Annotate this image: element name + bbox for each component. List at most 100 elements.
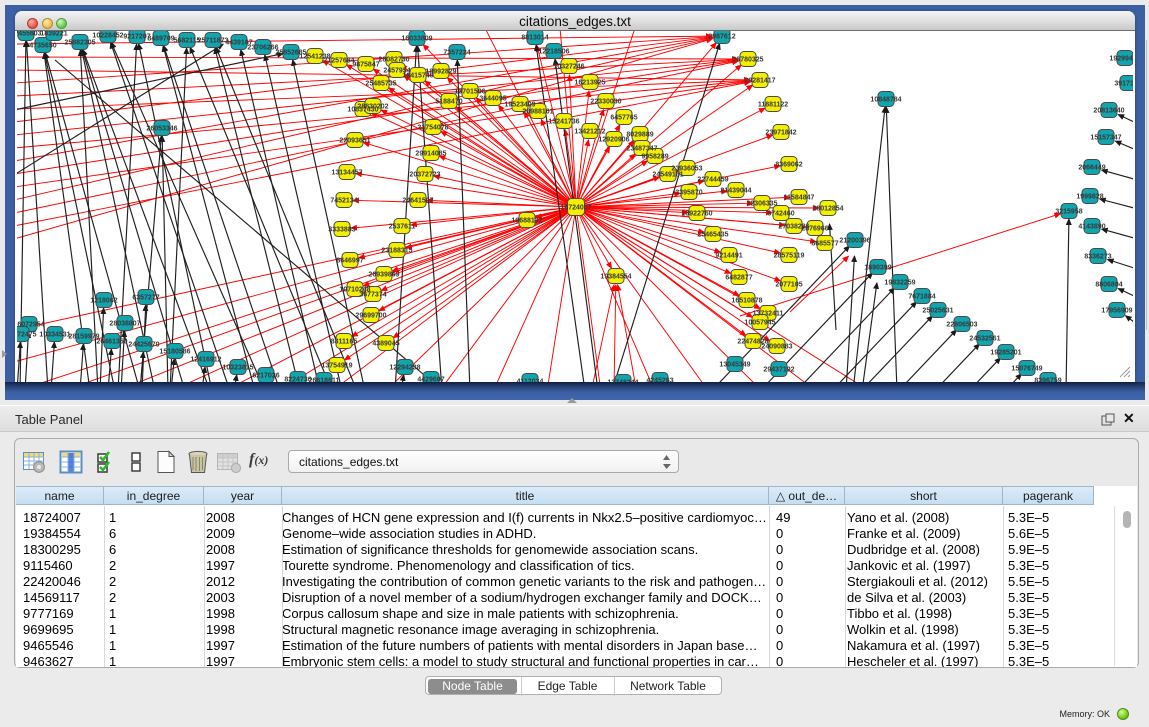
svg-text:16213925: 16213925: [574, 80, 605, 87]
svg-text:3677374: 3677374: [359, 292, 386, 299]
svg-text:28082730: 28082730: [378, 57, 409, 64]
svg-text:12920906: 12920906: [598, 137, 629, 144]
svg-text:20813640: 20813640: [1093, 108, 1124, 115]
svg-text:13701506: 13701506: [454, 89, 485, 96]
svg-text:25882305: 25882305: [64, 40, 95, 47]
svg-text:8489709: 8489709: [147, 36, 174, 43]
svg-text:16510878: 16510878: [731, 298, 762, 305]
svg-text:22455603: 22455603: [17, 31, 42, 38]
svg-text:8369062: 8369062: [775, 162, 802, 169]
svg-text:28012854: 28012854: [812, 206, 843, 213]
svg-text:10228452: 10228452: [92, 33, 123, 40]
svg-text:3395870: 3395870: [675, 190, 702, 197]
svg-text:25025631: 25025631: [922, 308, 953, 315]
svg-text:6357277: 6357277: [132, 295, 159, 302]
svg-text:7452134: 7452134: [330, 198, 357, 205]
svg-text:2537611: 2537611: [389, 224, 416, 231]
svg-text:20772475: 20772475: [17, 332, 37, 339]
svg-text:28988101: 28988101: [522, 109, 553, 116]
svg-text:6217026: 6217026: [252, 373, 279, 380]
svg-text:13754919: 13754919: [321, 363, 352, 370]
svg-text:8224730: 8224730: [284, 377, 311, 383]
svg-text:5682115: 5682115: [174, 38, 201, 45]
svg-text:21200396: 21200396: [839, 238, 870, 245]
svg-text:23706266: 23706266: [247, 45, 278, 52]
svg-text:13748244: 13748244: [607, 380, 638, 383]
svg-text:10057945: 10057945: [744, 320, 775, 327]
svg-text:25711873: 25711873: [198, 38, 229, 45]
svg-text:22806503: 22806503: [946, 322, 977, 329]
svg-text:22306335: 22306335: [746, 201, 777, 208]
svg-text:19523409: 19523409: [504, 102, 535, 109]
svg-text:29281417: 29281417: [744, 78, 775, 85]
svg-text:13134457: 13134457: [331, 170, 362, 177]
svg-text:2987612: 2987612: [708, 34, 735, 41]
svg-text:8813014: 8813014: [521, 35, 548, 42]
svg-text:15157347: 15157347: [1090, 135, 1121, 142]
svg-text:22330030: 22330030: [590, 99, 621, 106]
svg-text:13045349: 13045349: [719, 362, 750, 369]
svg-text:16033809: 16033809: [401, 36, 432, 43]
svg-text:8685577: 8685577: [811, 241, 838, 248]
svg-text:3917183: 3917183: [1114, 81, 1133, 88]
svg-text:7671884: 7671884: [908, 294, 935, 301]
svg-text:19299464: 19299464: [1109, 56, 1133, 63]
svg-text:10327246: 10327246: [553, 64, 584, 71]
svg-text:11881122: 11881122: [758, 102, 788, 109]
svg-text:19285201: 19285201: [990, 350, 1021, 357]
svg-text:3333883: 3333883: [328, 227, 355, 234]
svg-text:13241736: 13241736: [548, 119, 579, 126]
svg-text:23936053: 23936053: [671, 166, 702, 173]
svg-text:24425670: 24425670: [128, 342, 159, 349]
svg-text:19832259: 19832259: [884, 280, 915, 287]
svg-text:26780325: 26780325: [732, 57, 763, 64]
svg-text:1999828: 1999828: [1076, 194, 1103, 201]
svg-text:2077105: 2077105: [775, 282, 802, 289]
svg-text:4112034: 4112034: [517, 379, 544, 383]
svg-text:29914085: 29914085: [415, 151, 446, 158]
svg-text:4143890: 4143890: [1078, 224, 1105, 231]
svg-text:24549181: 24549181: [652, 172, 683, 179]
svg-text:22093651: 22093651: [339, 138, 370, 145]
svg-text:9214491: 9214491: [715, 253, 742, 260]
svg-text:9875847: 9875847: [352, 62, 379, 69]
svg-text:26618611: 26618611: [309, 378, 340, 383]
svg-text:28159979: 28159979: [68, 334, 99, 341]
svg-text:20372723: 20372723: [409, 172, 440, 179]
svg-text:8029889: 8029889: [626, 132, 653, 139]
svg-text:4735650: 4735650: [29, 43, 56, 50]
svg-text:10323815: 10323815: [222, 365, 253, 372]
svg-text:19688132: 19688132: [511, 218, 542, 225]
svg-text:8806804: 8806804: [1095, 282, 1122, 289]
svg-text:1218062: 1218062: [90, 298, 117, 305]
svg-text:15076749: 15076749: [1011, 366, 1042, 373]
svg-text:11584847: 11584847: [784, 195, 815, 202]
svg-text:24090883: 24090883: [761, 344, 792, 351]
svg-text:4429607: 4429607: [417, 377, 444, 383]
svg-text:1839221: 1839221: [40, 31, 67, 38]
svg-text:8396759: 8396759: [1034, 378, 1061, 383]
svg-text:25485735: 25485735: [365, 81, 396, 88]
svg-text:12294238: 12294238: [389, 365, 420, 372]
svg-text:17956909: 17956909: [1101, 308, 1132, 315]
svg-text:28038807: 28038807: [109, 321, 140, 328]
svg-text:8336273: 8336273: [1084, 254, 1111, 261]
svg-text:28575119: 28575119: [774, 253, 805, 260]
svg-text:10334531: 10334531: [39, 332, 70, 339]
svg-text:21257684: 21257684: [323, 58, 354, 65]
svg-text:2066449: 2066449: [1078, 165, 1105, 172]
svg-text:6482877: 6482877: [725, 275, 752, 282]
svg-text:18922760: 18922760: [681, 211, 712, 218]
svg-text:23971842: 23971842: [765, 130, 796, 137]
svg-text:21439044: 21439044: [720, 188, 751, 195]
svg-text:13421212: 13421212: [574, 129, 605, 136]
svg-text:26053346: 26053346: [146, 126, 177, 133]
svg-text:7357224: 7357224: [443, 50, 470, 57]
svg-text:9958289: 9958289: [641, 154, 668, 161]
svg-text:8646997: 8646997: [336, 258, 363, 265]
svg-text:28830202: 28830202: [357, 104, 388, 111]
svg-text:26461350: 26461350: [96, 339, 127, 346]
svg-text:15180586: 15180586: [159, 349, 190, 356]
svg-text:29699700: 29699700: [355, 313, 386, 320]
svg-text:22744459: 22744459: [697, 177, 728, 184]
